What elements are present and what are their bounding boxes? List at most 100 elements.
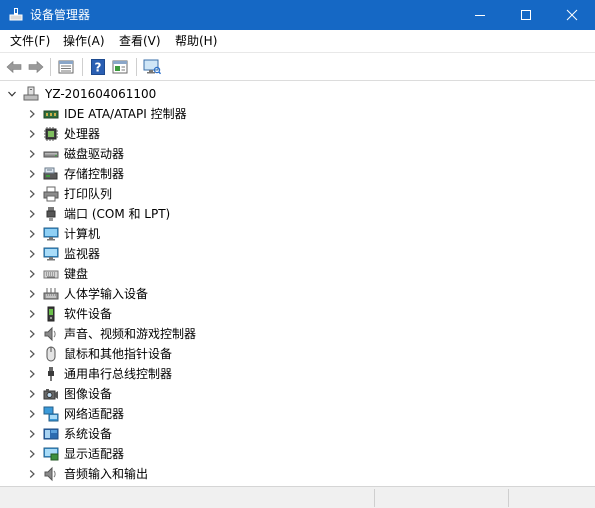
chevron-right-icon[interactable] <box>27 289 37 299</box>
chevron-right-icon[interactable] <box>27 169 37 179</box>
toolbar-separator <box>136 58 137 76</box>
tree-item-camera[interactable]: 图像设备 <box>0 384 595 404</box>
network-adapter-icon <box>43 406 59 422</box>
status-divider <box>508 489 509 507</box>
menu-view[interactable]: 查看(V) <box>117 33 163 49</box>
tree-item-network-adapter[interactable]: 网络适配器 <box>0 404 595 424</box>
tree-item-label: 通用串行总线控制器 <box>64 367 173 381</box>
title-bar: 设备管理器 <box>0 0 595 30</box>
disk-drive-icon <box>43 151 59 158</box>
chevron-right-icon[interactable] <box>27 209 37 219</box>
tree-item-label: 图像设备 <box>64 387 113 401</box>
scan-hardware-icon <box>143 59 161 75</box>
forward-arrow-icon <box>28 60 44 74</box>
properties-button[interactable] <box>56 58 76 76</box>
tree-item-label: 处理器 <box>64 127 101 141</box>
chevron-right-icon[interactable] <box>27 249 37 259</box>
chevron-right-icon[interactable] <box>27 369 37 379</box>
back-arrow-icon <box>6 60 22 74</box>
status-divider <box>374 489 375 507</box>
tree-item-mouse[interactable]: 鼠标和其他指针设备 <box>0 344 595 364</box>
tree-item-hid[interactable]: 人体学输入设备 <box>0 284 595 304</box>
help-icon: ? <box>91 59 105 75</box>
chevron-right-icon[interactable] <box>27 469 37 479</box>
menu-help[interactable]: 帮助(H) <box>173 33 219 49</box>
tree-item-monitor[interactable]: 监视器 <box>0 244 595 264</box>
tree-item-label: 磁盘驱动器 <box>64 147 125 161</box>
minimize-button[interactable] <box>457 0 503 30</box>
port-icon <box>46 207 56 221</box>
tree-item-software-device[interactable]: 软件设备 <box>0 304 595 324</box>
chevron-right-icon[interactable] <box>27 229 37 239</box>
chevron-right-icon[interactable] <box>27 149 37 159</box>
processor-icon <box>44 127 58 141</box>
chevron-down-icon[interactable] <box>7 89 17 99</box>
tree-item-label: 软件设备 <box>64 307 113 321</box>
forward-button[interactable] <box>26 58 46 76</box>
mouse-icon <box>46 346 56 362</box>
maximize-button[interactable] <box>503 0 549 30</box>
back-button[interactable] <box>4 58 24 76</box>
tree-item-system-device[interactable]: 系统设备 <box>0 424 595 444</box>
ide-controller-icon <box>43 110 59 119</box>
chevron-right-icon[interactable] <box>27 449 37 459</box>
tree-item-label: 计算机 <box>64 227 101 241</box>
chevron-right-icon[interactable] <box>27 349 37 359</box>
software-device-icon <box>47 306 55 322</box>
tree-item-label: 存储控制器 <box>64 167 125 181</box>
monitor-icon <box>43 247 59 261</box>
menu-action[interactable]: 操作(A) <box>61 33 107 49</box>
minimize-icon <box>475 15 485 16</box>
tree-item-storage-controller[interactable]: 存储控制器 <box>0 164 595 184</box>
chevron-right-icon[interactable] <box>27 269 37 279</box>
audio-io-icon <box>44 466 56 482</box>
tree-item-computer[interactable]: 计算机 <box>0 224 595 244</box>
close-button[interactable] <box>549 0 595 30</box>
tree-item-label: 声音、视频和游戏控制器 <box>64 327 197 341</box>
tree-item-audio-io[interactable]: 音频输入和输出 <box>0 464 595 484</box>
chevron-right-icon[interactable] <box>27 109 37 119</box>
chevron-right-icon[interactable] <box>27 329 37 339</box>
system-device-icon <box>43 428 59 440</box>
tree-item-label: 系统设备 <box>64 427 113 441</box>
chevron-right-icon[interactable] <box>27 429 37 439</box>
tree-item-label: 鼠标和其他指针设备 <box>64 347 173 361</box>
menu-file[interactable]: 文件(F) <box>8 33 52 49</box>
tree-item-keyboard[interactable]: 键盘 <box>0 264 595 284</box>
display-adapter-icon <box>43 447 59 461</box>
tree-item-sound[interactable]: 声音、视频和游戏控制器 <box>0 324 595 344</box>
tree-item-label: 打印队列 <box>64 187 113 201</box>
tree-item-label: 键盘 <box>64 267 89 281</box>
storage-controller-icon <box>43 167 58 180</box>
chevron-right-icon[interactable] <box>27 409 37 419</box>
tree-item-display-adapter[interactable]: 显示适配器 <box>0 444 595 464</box>
tree-item-processor[interactable]: 处理器 <box>0 124 595 144</box>
window-title: 设备管理器 <box>30 8 91 22</box>
maximize-icon <box>521 10 531 20</box>
tree-item-ide-controller[interactable]: IDE ATA/ATAPI 控制器 <box>0 104 595 124</box>
tree-item-port[interactable]: 端口 (COM 和 LPT) <box>0 204 595 224</box>
tree-item-printer[interactable]: 打印队列 <box>0 184 595 204</box>
tree-root[interactable]: YZ-201604061100 <box>0 84 595 104</box>
usb-icon <box>48 367 54 381</box>
tree-item-label: 显示适配器 <box>64 447 125 461</box>
chevron-right-icon[interactable] <box>27 389 37 399</box>
scan-hardware-button[interactable] <box>142 58 162 76</box>
chevron-right-icon[interactable] <box>27 309 37 319</box>
tree-item-usb[interactable]: 通用串行总线控制器 <box>0 364 595 384</box>
update-driver-button[interactable] <box>110 58 130 76</box>
update-driver-icon <box>112 60 128 74</box>
tree-item-label: 端口 (COM 和 LPT) <box>64 207 171 221</box>
help-button[interactable]: ? <box>88 58 108 76</box>
chevron-right-icon[interactable] <box>27 129 37 139</box>
svg-text:?: ? <box>95 61 102 75</box>
tree-item-label: 监视器 <box>64 247 101 261</box>
menu-bar: 文件(F) 操作(A) 查看(V) 帮助(H) <box>0 30 595 52</box>
chevron-right-icon[interactable] <box>27 189 37 199</box>
computer-icon <box>43 227 59 241</box>
tree-item-disk-drive[interactable]: 磁盘驱动器 <box>0 144 595 164</box>
tree-item-label: 网络适配器 <box>64 407 125 421</box>
properties-icon <box>58 60 74 74</box>
keyboard-icon <box>43 270 59 279</box>
status-bar <box>0 486 595 508</box>
